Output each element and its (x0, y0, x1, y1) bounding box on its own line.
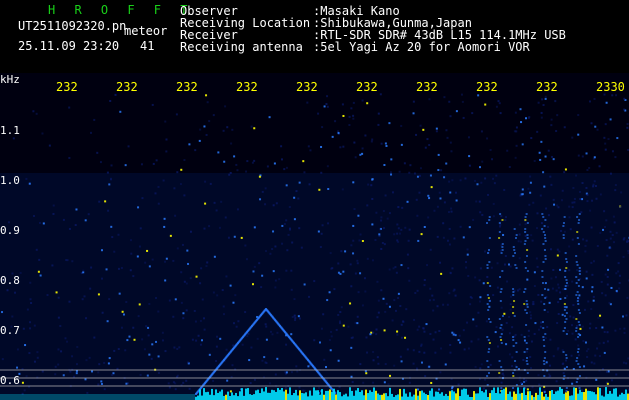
x-tick: 232 (296, 80, 318, 94)
x-tick: 232 (56, 80, 78, 94)
y-tick: 1.1 (0, 124, 20, 137)
x-tick: 2330 (596, 80, 625, 94)
x-tick: 232 (416, 80, 438, 94)
y-axis-unit: kHz (0, 73, 20, 86)
x-tick: 232 (536, 80, 558, 94)
y-tick: 0.8 (0, 274, 20, 287)
x-tick: 232 (176, 80, 198, 94)
y-tick: 1.0 (0, 174, 20, 187)
filename-label: UT2511092320.pn (18, 19, 127, 33)
meteor-tag: meteor (124, 24, 168, 38)
y-tick: 0.7 (0, 324, 20, 337)
x-tick: 232 (476, 80, 498, 94)
spectrogram-plot (0, 73, 629, 400)
antenna-value: :5el Yagi Az 20 for Aomori VOR (313, 40, 530, 54)
antenna-label: Receiving antenna (180, 40, 303, 54)
x-tick: 232 (236, 80, 258, 94)
app-title: H R O F F T (48, 3, 194, 17)
x-tick: 232 (116, 80, 138, 94)
timestamp-label: 25.11.09 23:20 (18, 39, 120, 53)
y-tick: 0.6 (0, 374, 20, 387)
y-tick: 0.9 (0, 224, 20, 237)
count-label: 41 (140, 39, 155, 53)
x-tick: 232 (356, 80, 378, 94)
